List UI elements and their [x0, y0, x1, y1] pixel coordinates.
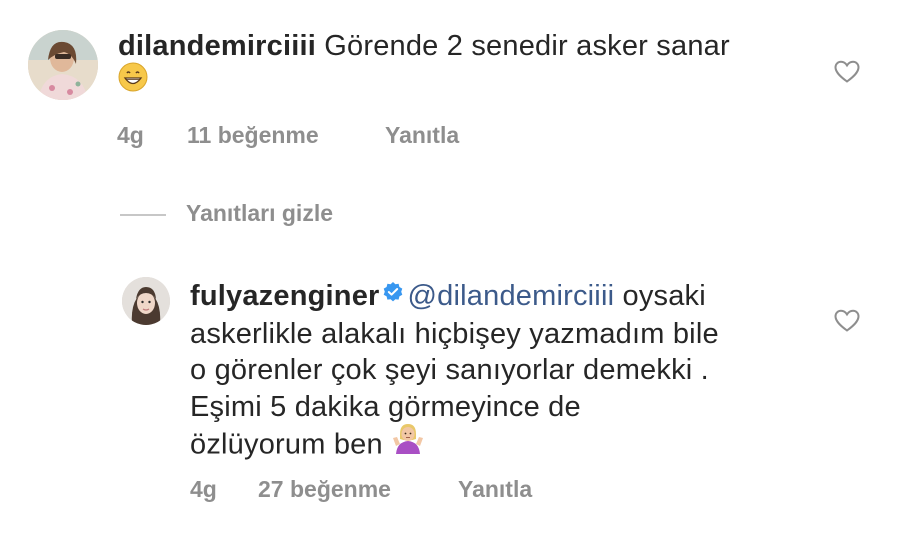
comment-2-line-3: o görenler çok şeyi sanıyorlar demekki .	[190, 354, 709, 387]
avatar-fulyazenginer[interactable]	[122, 277, 170, 325]
comment-1-username[interactable]: dilandemirciiii	[118, 30, 316, 62]
comment-2-body-1: oysaki	[614, 280, 706, 312]
comment-2-mention-link[interactable]: @dilandemirciiii	[408, 280, 615, 312]
verified-badge-icon	[382, 276, 404, 313]
comment-2-time: 4g	[190, 476, 217, 502]
comment-1-likes[interactable]: 11 beğenme	[187, 122, 319, 149]
comment-2-username[interactable]: fulyazenginer	[190, 280, 380, 312]
comment-2-reply-button[interactable]: Yanıtla	[458, 476, 532, 503]
heart-icon[interactable]	[834, 60, 860, 84]
shrug-emoji-icon	[391, 422, 425, 464]
comment-1-reply-button[interactable]: Yanıtla	[385, 122, 459, 149]
comment-2-line-5: özlüyorum ben	[190, 422, 810, 467]
comment-1-time: 4g	[117, 122, 144, 148]
replies-divider	[120, 214, 166, 216]
comment-2-text: fulyazenginer @dilandemirciiii oysaki as…	[190, 278, 810, 467]
avatar-dilandemirciiii[interactable]	[28, 30, 98, 100]
comment-2-likes[interactable]: 27 beğenme	[258, 476, 391, 503]
comment-2-line-2: askerlikle alakalı hiçbişey yazmadım bil…	[190, 317, 719, 350]
comment-1-body: Görende 2 senedir asker sanar	[316, 30, 730, 62]
comment-1-text: dilandemirciiii Görende 2 senedir asker …	[118, 28, 758, 105]
hide-replies-button[interactable]: Yanıtları gizle	[186, 200, 333, 227]
grinning-emoji-icon	[118, 62, 148, 102]
comment-2-line-1: fulyazenginer @dilandemirciiii oysaki	[190, 278, 810, 316]
heart-icon[interactable]	[834, 309, 860, 333]
comment-2-line-4: Eşimi 5 dakika görmeyince de	[190, 390, 581, 423]
comment-2-body-5: özlüyorum ben	[190, 428, 383, 461]
